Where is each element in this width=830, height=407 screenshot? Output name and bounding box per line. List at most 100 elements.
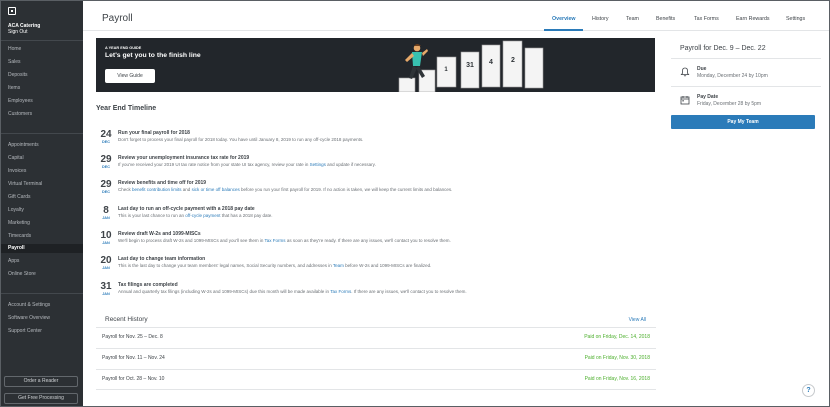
- tab-team[interactable]: Team: [626, 16, 639, 22]
- timeline-item: 29 DEC Review your unemployment insuranc…: [96, 154, 656, 176]
- sidebar-item-customers[interactable]: Customers: [1, 110, 83, 119]
- tab-bar-divider: [83, 30, 829, 31]
- tab-history[interactable]: History: [592, 16, 608, 22]
- sidebar-item-virtual-terminal[interactable]: Virtual Terminal: [1, 180, 83, 189]
- history-status: Paid on Friday, Nov. 16, 2018: [584, 376, 650, 382]
- timeline-item-desc: We'll begin to process draft W-2s and 10…: [118, 238, 451, 243]
- sidebar-item-items[interactable]: Items: [1, 84, 83, 93]
- timeline-item-title: Last day to run an off-cycle payment wit…: [118, 206, 255, 212]
- sidebar-item-marketing[interactable]: Marketing: [1, 219, 83, 228]
- timeline-month: DEC: [101, 165, 111, 169]
- sidebar: ACA Catering Sign Out Home Sales Deposit…: [1, 1, 83, 406]
- timeline-day: 31: [100, 281, 112, 292]
- timeline-item-desc: Check benefit contribution limits and si…: [118, 187, 452, 192]
- sidebar-item-home[interactable]: Home: [1, 45, 83, 54]
- desc-text: This is your last chance to run an: [118, 213, 186, 218]
- pay-date-value: Friday, December 28 by 5pm: [697, 101, 762, 107]
- view-all-link[interactable]: View All: [629, 317, 646, 323]
- calendar-digit: 31: [466, 62, 474, 69]
- timeline-item: 31 JAN Tax filings are completed Annual …: [96, 281, 656, 303]
- timeline-item: 24 DEC Run your final payroll for 2018 D…: [96, 129, 656, 151]
- recent-history-title: Recent History: [105, 316, 148, 323]
- timeline-item-title: Review draft W-2s and 1099-MISCs: [118, 231, 201, 237]
- tab-earn-rewards[interactable]: Earn Rewards: [736, 16, 770, 22]
- desc-text: that has a 2018 pay date.: [220, 213, 273, 218]
- tax-forms-link[interactable]: Tax Forms: [265, 238, 286, 243]
- timeline-day: 8: [103, 205, 109, 216]
- history-period: Payroll for Oct. 28 – Nov. 10: [102, 376, 165, 382]
- pay-my-team-button[interactable]: Pay My Team: [671, 115, 815, 129]
- timeline-item-desc: Annual and quarterly tax filings (includ…: [118, 289, 467, 294]
- free-processing-button[interactable]: Get Free Processing: [4, 393, 78, 404]
- timeline-item-title: Last day to change team information: [118, 256, 206, 262]
- desc-text: We'll begin to process draft W-2s and 10…: [118, 238, 265, 243]
- bell-icon: [680, 67, 690, 77]
- view-guide-button[interactable]: View Guide: [105, 69, 155, 83]
- desc-text: Check: [118, 187, 133, 192]
- timeline-month: JAN: [102, 241, 110, 245]
- team-link[interactable]: Team: [333, 263, 344, 268]
- sidebar-item-sales[interactable]: Sales: [1, 58, 83, 67]
- desc-text: and update if necessary.: [325, 162, 376, 167]
- timeline-item: 29 DEC Review benefits and time off for …: [96, 179, 656, 201]
- timeline-day: 10: [100, 230, 112, 241]
- sidebar-item-account-settings[interactable]: Account & Settings: [1, 301, 83, 310]
- sidebar-item-deposits[interactable]: Deposits: [1, 71, 83, 80]
- sidebar-item-support-center[interactable]: Support Center: [1, 327, 83, 336]
- tab-settings[interactable]: Settings: [786, 16, 805, 22]
- upcoming-payroll-title: Payroll for Dec. 9 – Dec. 22: [680, 45, 766, 52]
- sign-out-link[interactable]: Sign Out: [8, 29, 27, 35]
- history-row[interactable]: Payroll for Nov. 11 – Nov. 24 Paid on Fr…: [96, 348, 656, 369]
- desc-text: This is the last day to change your team…: [118, 263, 333, 268]
- timeline-month: JAN: [102, 216, 110, 220]
- sidebar-item-software-overview[interactable]: Software Overview: [1, 314, 83, 323]
- active-tab-indicator: [544, 29, 583, 31]
- sidebar-item-online-store[interactable]: Online Store: [1, 270, 83, 279]
- history-period: Payroll for Nov. 25 – Dec. 8: [102, 334, 163, 340]
- tab-overview[interactable]: Overview: [552, 16, 576, 22]
- timeline-day: 29: [100, 179, 112, 190]
- timeline-item-desc: This is the last day to change your team…: [118, 263, 431, 268]
- calendar-digit: 2: [511, 57, 515, 64]
- sidebar-item-loyalty[interactable]: Loyalty: [1, 206, 83, 215]
- desc-text: . If there are any issues, we'll contact…: [351, 289, 467, 294]
- timeline-item-desc: If you've received your 2019 UI tax rate…: [118, 162, 376, 167]
- tax-forms-link[interactable]: Tax Forms: [330, 289, 351, 294]
- tab-tax-forms[interactable]: Tax Forms: [694, 16, 719, 22]
- sidebar-item-timecards[interactable]: Timecards: [1, 232, 83, 241]
- sidebar-item-payroll[interactable]: Payroll: [1, 244, 83, 253]
- sidebar-item-capital[interactable]: Capital: [1, 154, 83, 163]
- sidebar-item-appointments[interactable]: Appointments: [1, 141, 83, 150]
- timeline-month: DEC: [101, 190, 111, 194]
- desc-text: before W-2s and 1099-MISCs are finalized…: [343, 263, 432, 268]
- page-title: Payroll: [102, 13, 133, 24]
- due-value: Monday, December 24 by 10pm: [697, 73, 768, 79]
- sidebar-item-gift-cards[interactable]: Gift Cards: [1, 193, 83, 202]
- timeline-item-title: Run your final payroll for 2018: [118, 130, 190, 136]
- time-off-balances-link[interactable]: sick or time off balances: [192, 187, 240, 192]
- timeline-item: 20 JAN Last day to change team informati…: [96, 255, 656, 277]
- sidebar-item-invoices[interactable]: Invoices: [1, 167, 83, 176]
- settings-link[interactable]: Settings: [310, 162, 326, 167]
- history-row[interactable]: Payroll for Oct. 28 – Nov. 10 Paid on Fr…: [96, 369, 656, 390]
- sidebar-item-apps[interactable]: Apps: [1, 257, 83, 266]
- calendar-digit: 4: [489, 59, 493, 66]
- banner-eyebrow: A YEAR END GUIDE: [105, 46, 142, 50]
- sidebar-item-employees[interactable]: Employees: [1, 97, 83, 106]
- timeline-item: 10 JAN Review draft W-2s and 1099-MISCs …: [96, 230, 656, 252]
- help-icon[interactable]: ?: [802, 384, 815, 397]
- history-row[interactable]: Payroll for Nov. 25 – Dec. 8 Paid on Fri…: [96, 327, 656, 348]
- square-logo-icon[interactable]: [8, 7, 16, 15]
- desc-text: If you've received your 2019 UI tax rate…: [118, 162, 310, 167]
- history-period: Payroll for Nov. 11 – Nov. 24: [102, 355, 165, 361]
- order-reader-button[interactable]: Order a Reader: [4, 376, 78, 387]
- runner-calendar-illustration: 1 31 4 2: [398, 40, 544, 92]
- tab-benefits[interactable]: Benefits: [656, 16, 675, 22]
- desc-text: and: [181, 187, 192, 192]
- timeline-item-title: Review benefits and time off for 2019: [118, 180, 207, 186]
- due-label: Due: [697, 66, 707, 72]
- off-cycle-payment-link[interactable]: off-cycle payment: [185, 213, 220, 218]
- main-content: Payroll Overview History Team Benefits T…: [83, 1, 829, 406]
- benefit-limits-link[interactable]: benefit contribution limits: [132, 187, 182, 192]
- timeline-month: JAN: [102, 266, 110, 270]
